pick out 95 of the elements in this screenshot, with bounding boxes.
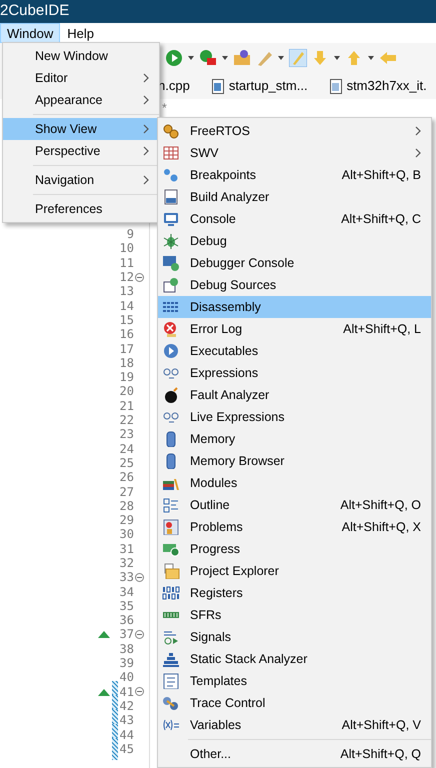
outline-icon <box>162 497 180 513</box>
debug-run-icon <box>199 49 217 67</box>
line-number: 22 <box>118 412 134 429</box>
menu-item[interactable]: Signals <box>158 626 431 648</box>
progress-icon <box>162 541 180 557</box>
line-number: 29 <box>118 512 134 529</box>
line-number: 23 <box>118 426 134 444</box>
menu-item[interactable]: Executables <box>158 340 431 362</box>
assembly-lines-icon <box>162 299 180 315</box>
menu-item[interactable]: Templates <box>158 670 431 692</box>
gears-icon <box>162 123 180 139</box>
menu-item[interactable]: Static Stack Analyzer <box>158 648 431 670</box>
stack-icon <box>162 651 180 667</box>
menu-item[interactable]: Other... Alt+Shift+Q, Q <box>158 743 431 765</box>
menu-item[interactable]: Breakpoints Alt+Shift+Q, B <box>158 164 431 186</box>
menu-item[interactable]: Preferences <box>3 198 159 220</box>
line-number: 36 <box>118 612 134 629</box>
line-number: 28 <box>118 498 134 515</box>
signals-icon <box>162 629 180 645</box>
menu-item[interactable]: Build Analyzer <box>158 186 431 208</box>
pen-icon <box>255 49 273 67</box>
file-icon <box>330 78 342 94</box>
monitor-icon <box>162 211 180 227</box>
collapse-icon[interactable] <box>135 272 144 282</box>
line-number: 16 <box>118 326 134 344</box>
menu-item[interactable]: Memory Browser <box>158 450 431 472</box>
line-number: 13 <box>118 283 134 300</box>
line-number: 39 <box>118 655 134 672</box>
menu-item[interactable]: Problems Alt+Shift+Q, X <box>158 516 431 538</box>
menu-item[interactable]: Debug Sources <box>158 274 431 296</box>
menu-item[interactable]: Registers <box>158 582 431 604</box>
collapse-icon[interactable] <box>135 687 144 696</box>
line-number: 19 <box>118 369 134 386</box>
menu-item[interactable]: Live Expressions <box>158 406 431 428</box>
menu-item[interactable]: Progress <box>158 538 431 560</box>
binary-file-icon <box>162 189 180 205</box>
menu-item[interactable]: Fault Analyzer <box>158 384 431 406</box>
menu-item[interactable]: Appearance <box>3 89 159 111</box>
menu-item[interactable]: Debug <box>158 230 431 252</box>
code-text: * <box>161 101 167 116</box>
bug-icon <box>162 233 180 249</box>
menu-item[interactable]: FreeRTOS <box>158 120 431 142</box>
bomb-icon <box>162 387 180 403</box>
line-number: 27 <box>118 484 134 500</box>
template-icon <box>162 673 180 689</box>
run-icon <box>165 49 183 67</box>
menu-item[interactable]: Perspective <box>3 140 159 162</box>
binary-icon <box>162 585 180 601</box>
back-arrow-icon <box>379 49 397 67</box>
menu-item[interactable]: Project Explorer <box>158 560 431 582</box>
line-number: 38 <box>118 640 134 658</box>
line-number: 9 <box>126 226 134 243</box>
problems-icon <box>162 519 180 535</box>
highlight-icon <box>289 49 307 67</box>
line-number: 20 <box>118 383 134 400</box>
line-number: 10 <box>118 240 134 258</box>
menu-item[interactable]: Variables Alt+Shift+Q, V <box>158 714 431 736</box>
line-number: 45 <box>112 738 134 760</box>
editor-tab[interactable]: stm32h7xx_it. <box>330 76 427 96</box>
menu-item[interactable]: Help <box>60 23 101 43</box>
menu-item[interactable]: Modules <box>158 472 431 494</box>
window-title: 2CubeIDE <box>0 1 70 22</box>
folder-icon <box>233 49 251 67</box>
line-number: 21 <box>118 398 134 415</box>
line-number: 12 <box>118 269 134 286</box>
menu-item[interactable]: Editor <box>3 67 159 89</box>
menu-item[interactable]: Window <box>0 23 60 43</box>
editor-tab[interactable]: startup_stm... <box>212 76 308 96</box>
play-circle-icon <box>162 343 180 359</box>
file-icon <box>212 78 224 94</box>
menu-item[interactable]: SFRs <box>158 604 431 626</box>
collapse-icon[interactable] <box>135 630 144 639</box>
menu-item[interactable]: Memory <box>158 428 431 450</box>
line-number: 11 <box>118 254 134 272</box>
line-number: 30 <box>118 526 134 544</box>
dots-icon <box>162 167 180 183</box>
variables-icon <box>162 717 180 733</box>
folder-icon <box>162 563 180 579</box>
collapse-icon[interactable] <box>135 572 144 582</box>
up-arrow-icon <box>345 49 363 67</box>
menu-item[interactable]: Navigation <box>3 169 159 191</box>
menu-item[interactable]: Outline Alt+Shift+Q, O <box>158 494 431 516</box>
table-icon <box>162 145 180 161</box>
menu-item[interactable]: Trace Control <box>158 692 431 714</box>
menu-item[interactable]: SWV <box>158 142 431 164</box>
line-number: 37 <box>118 626 134 644</box>
menu-item[interactable]: Show View <box>3 118 159 140</box>
line-number: 33 <box>118 569 134 586</box>
menu-item[interactable]: Expressions <box>158 362 431 384</box>
menu-item[interactable]: Debugger Console <box>158 252 431 274</box>
menu-item[interactable]: Disassembly <box>158 296 431 318</box>
line-number: 26 <box>118 469 134 486</box>
menu-item[interactable]: Error Log Alt+Shift+Q, L <box>158 318 431 340</box>
down-arrow-icon <box>311 49 329 67</box>
menu-item[interactable]: Console Alt+Shift+Q, C <box>158 208 431 230</box>
